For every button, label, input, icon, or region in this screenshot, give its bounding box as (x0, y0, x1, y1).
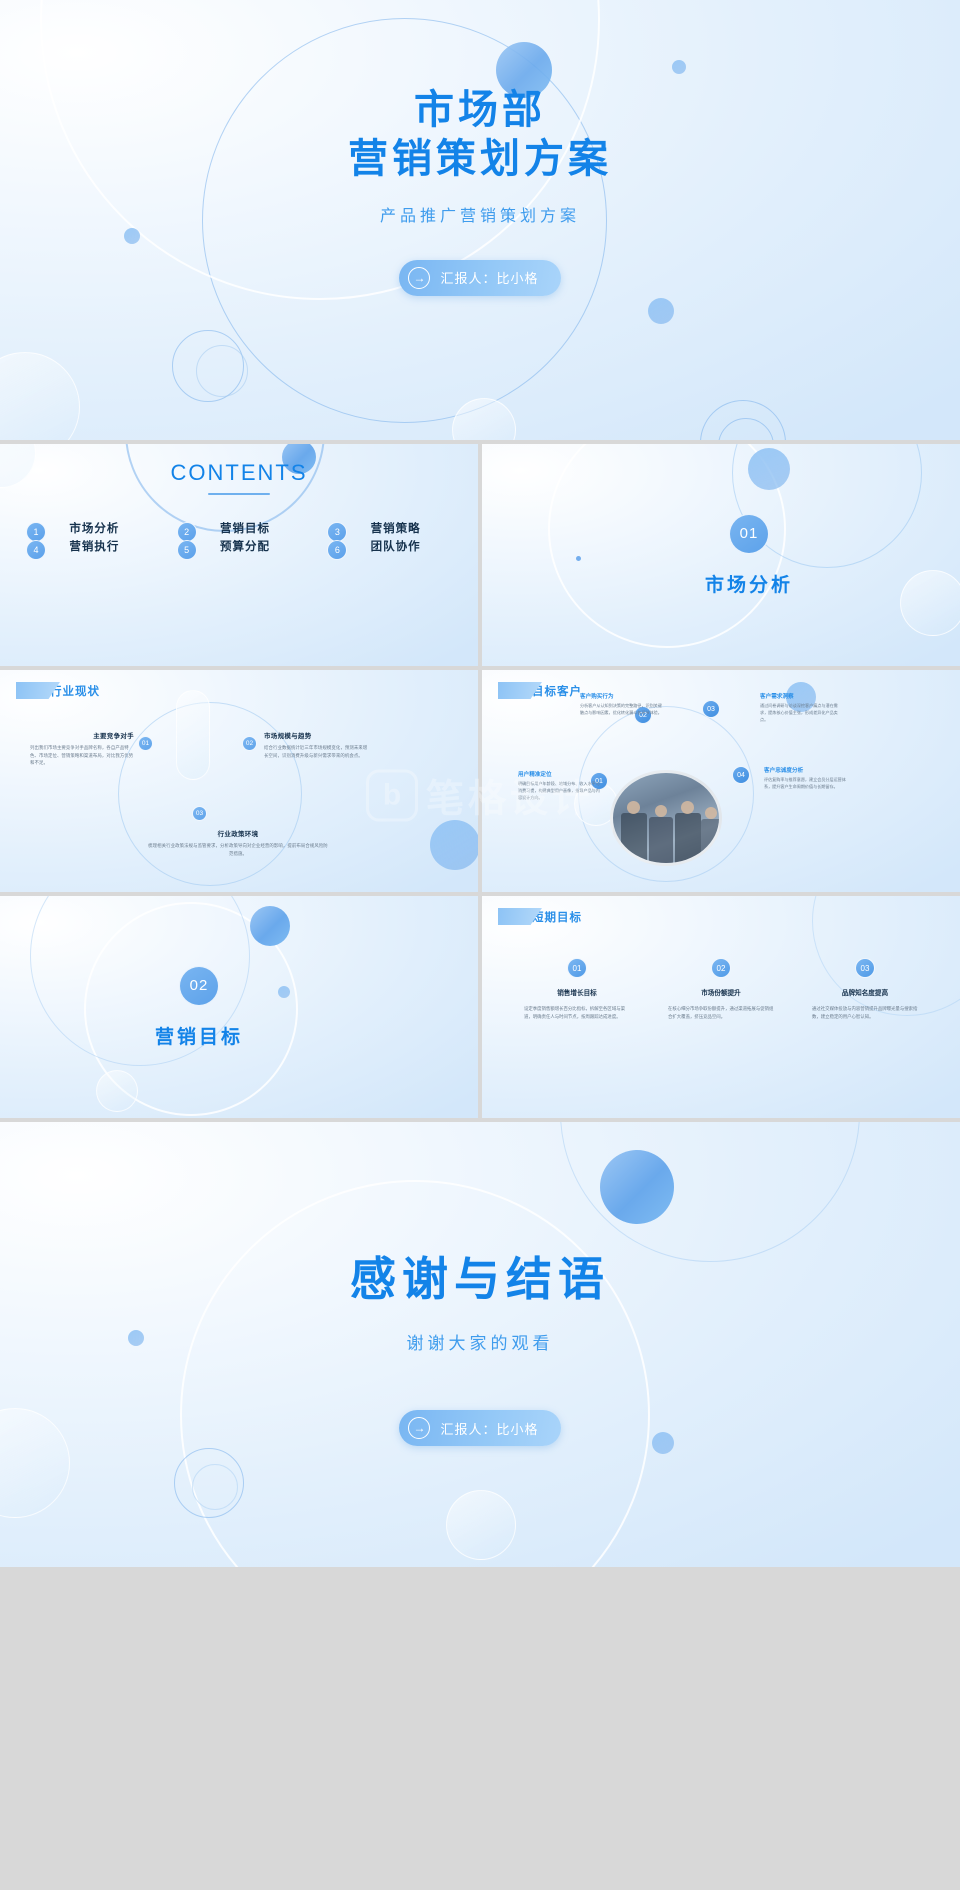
customer-item-body: 明确目标用户年龄段、地域分布、收入水平与消费习惯，构建典型用户画像，指导产品与内… (518, 781, 600, 800)
page-title: 市场部 营销策划方案 (348, 86, 612, 184)
heading-underline (208, 493, 270, 495)
photo-head (681, 801, 694, 814)
slide-section-01[interactable]: 01 市场分析 (482, 444, 960, 666)
contents-item-number: 6 (327, 540, 348, 560)
contents-item-label: 团队协作 (370, 541, 421, 553)
customer-item-title: 客户需求洞察 (760, 694, 794, 700)
cover-subtitle: 产品推广营销策划方案 (379, 207, 580, 225)
customer-badge-4: 04 (732, 766, 750, 784)
photo-head (627, 801, 640, 814)
contents-item-number: 5 (176, 540, 197, 560)
section-number: 01 (729, 513, 769, 554)
shortterm-body: 设定季度销售额增长百分比指标，拆解至各区域与渠道，明确责任人与时间节点，按周跟踪… (524, 1006, 625, 1019)
closing-title: 感谢与结语 (350, 1253, 610, 1305)
contents-item-number: 4 (26, 540, 46, 560)
presenter-label: 汇报人：比小格 (440, 271, 539, 287)
contents-item-number: 1 (26, 522, 46, 542)
thumb-row-2: 行业现状 01 主要竞争对手 列出我们市场主要竞争对手品牌名称，各自产品特色、市… (0, 670, 960, 892)
shortterm-number: 01 (567, 958, 587, 978)
slide-tag-industry: 行业现状 (16, 682, 100, 699)
photo-head (655, 805, 667, 817)
industry-item-title: 行业政策环境 (217, 831, 259, 838)
customer-photo (610, 770, 722, 866)
slide-closing[interactable]: 感谢与结语 谢谢大家的观看 → 汇报人：比小格 (0, 1122, 960, 1567)
presenter-label: 汇报人：比小格 (440, 1421, 539, 1437)
industry-item-body: 梳理相关行业政策法规与监管要求，分析政策导向对企业经营的影响，提前布局合规风险防… (148, 843, 328, 856)
customer-item-3: 客户需求洞察 通过问卷调研与访谈深挖客户痛点与潜在需求，提炼核心价值主张，形成差… (760, 692, 842, 724)
shortterm-body: 在核心细分市场争取份额提升，通过渠道拓展与促销组合扩大覆盖，挤压竞品空间。 (668, 1006, 774, 1019)
contents-item-label: 预算分配 (219, 541, 270, 553)
arrow-right-icon: → (408, 266, 431, 289)
arrow-right-icon: → (408, 1417, 431, 1439)
industry-badge-1: 01 (138, 736, 153, 751)
photo-figure (701, 819, 719, 863)
slide-target-customer[interactable]: 目标客户 02 03 01 04 用户精准定位 明确目标用户年龄段、地域分布、收… (482, 670, 960, 892)
customer-item-body: 通过问卷调研与访谈深挖客户痛点与潜在需求，提炼核心价值主张，形成差异化产品卖点。 (760, 703, 838, 722)
photo-figure (621, 813, 647, 863)
shortterm-col-1: 01 销售增长目标 设定季度销售额增长百分比指标，拆解至各区域与渠道，明确责任人… (518, 958, 636, 1021)
contents-header: CONTENTS (0, 460, 478, 495)
customer-item-title: 客户忠诚度分析 (764, 768, 804, 774)
contents-heading: CONTENTS (170, 460, 308, 485)
shortterm-body: 通过社交媒体投放与内容营销提升品牌曝光量与搜索指数，建立稳定的用户心智认知。 (812, 1006, 918, 1019)
thumb-row-1: CONTENTS 1 市场分析 2 营销目标 3 营销策略 4 营销执行 5 预… (0, 444, 960, 666)
contents-item-label: 市场分析 (69, 523, 120, 535)
section-number: 02 (179, 965, 219, 1006)
customer-item-body: 评估复购率与推荐意愿，建立会员分层运营体系，提升客户生命周期价值与长期留存。 (764, 777, 846, 789)
closing-subtitle: 谢谢大家的观看 (406, 1334, 554, 1353)
ppt-template-preview: 市场部 营销策划方案 产品推广营销策划方案 → 汇报人：比小格 CONTENTS… (0, 0, 960, 1890)
industry-item-body: 结合行业数据统计近三年市场规模变化，预测未来增长空间，识别消费升级与新兴需求带来… (264, 745, 368, 758)
shortterm-title: 品牌知名度提高 (841, 990, 889, 997)
thumb-row-3: 02 营销目标 短期目标 01 销售增长目标 设定季度销售额增长百分比指标，拆解… (0, 896, 960, 1118)
customer-item-4: 客户忠诚度分析 评估复购率与推荐意愿，建立会员分层运营体系，提升客户生命周期价值… (764, 766, 846, 791)
presenter-button[interactable]: → 汇报人：比小格 (399, 259, 561, 296)
slide-section-02[interactable]: 02 营销目标 (0, 896, 478, 1118)
decor-glass-industry (176, 690, 210, 780)
customer-item-1: 用户精准定位 明确目标用户年龄段、地域分布、收入水平与消费习惯，构建典型用户画像… (518, 770, 600, 802)
industry-badge-2: 02 (242, 736, 257, 751)
slide-tag-shortterm: 短期目标 (498, 908, 582, 925)
shortterm-col-3: 03 品牌知名度提高 通过社交媒体投放与内容营销提升品牌曝光量与搜索指数，建立稳… (806, 958, 924, 1021)
shortterm-title: 销售增长目标 (557, 990, 597, 997)
slide-cover[interactable]: 市场部 营销策划方案 产品推广营销策划方案 → 汇报人：比小格 (0, 0, 960, 440)
photo-head (705, 807, 717, 819)
section-title: 营销目标 (154, 1026, 243, 1048)
shortterm-number: 03 (855, 958, 875, 978)
industry-item-2: 市场规模与趋势 结合行业数据统计近三年市场规模变化，预测未来增长空间，识别消费升… (264, 730, 368, 759)
industry-item-3: 行业政策环境 梳理相关行业政策法规与监管要求，分析政策导向对企业经营的影响，提前… (148, 828, 328, 857)
contents-item-number: 3 (327, 522, 348, 542)
contents-item-label: 营销执行 (69, 541, 120, 553)
customer-item-body: 分析客户从认知到决策的完整路径，识别关键触点与影响因素，优化转化漏斗各环节体验。 (580, 703, 662, 715)
contents-item-label: 营销目标 (219, 523, 270, 535)
slide-industry-status[interactable]: 行业现状 01 主要竞争对手 列出我们市场主要竞争对手品牌名称，各自产品特色、市… (0, 670, 478, 892)
contents-item-label: 营销策略 (370, 523, 421, 535)
industry-item-1: 主要竞争对手 列出我们市场主要竞争对手品牌名称，各自产品特色、市场定位、营销策略… (30, 730, 134, 767)
industry-badge-3: 03 (192, 806, 207, 821)
shortterm-col-2: 02 市场份额提升 在核心细分市场争取份额提升，通过渠道拓展与促销组合扩大覆盖，… (662, 958, 780, 1021)
shortterm-title: 市场份额提升 (701, 990, 741, 997)
contents-item-number: 2 (176, 522, 197, 542)
customer-badge-3: 03 (702, 700, 720, 718)
decor-blob-industry (430, 820, 478, 870)
closing-presenter-button[interactable]: → 汇报人：比小格 (399, 1410, 561, 1446)
customer-item-title: 用户精准定位 (518, 772, 552, 778)
photo-figure (675, 813, 701, 863)
shortterm-number: 02 (711, 958, 731, 978)
industry-item-title: 主要竞争对手 (93, 733, 134, 740)
customer-item-2: 客户购买行为 分析客户从认知到决策的完整路径，识别关键触点与影响因素，优化转化漏… (580, 692, 662, 717)
photo-figure (649, 817, 673, 863)
contents-grid: 1 市场分析 2 营销目标 3 营销策略 4 营销执行 5 预算分配 6 团队协… (26, 522, 452, 560)
slide-tag-customer: 目标客户 (498, 682, 582, 699)
customer-item-title: 客户购买行为 (580, 694, 614, 700)
industry-item-body: 列出我们市场主要竞争对手品牌名称，各自产品特色、市场定位、营销策略和渠道布局，对… (30, 745, 134, 766)
cover-title-line-1: 市场部 (414, 88, 546, 132)
slide-contents[interactable]: CONTENTS 1 市场分析 2 营销目标 3 营销策略 4 营销执行 5 预… (0, 444, 478, 666)
cover-title-line-2: 营销策划方案 (348, 136, 612, 181)
industry-item-title: 市场规模与趋势 (264, 733, 312, 740)
section-title: 市场分析 (704, 574, 793, 596)
slide-short-term-goals[interactable]: 短期目标 01 销售增长目标 设定季度销售额增长百分比指标，拆解至各区域与渠道，… (482, 896, 960, 1118)
